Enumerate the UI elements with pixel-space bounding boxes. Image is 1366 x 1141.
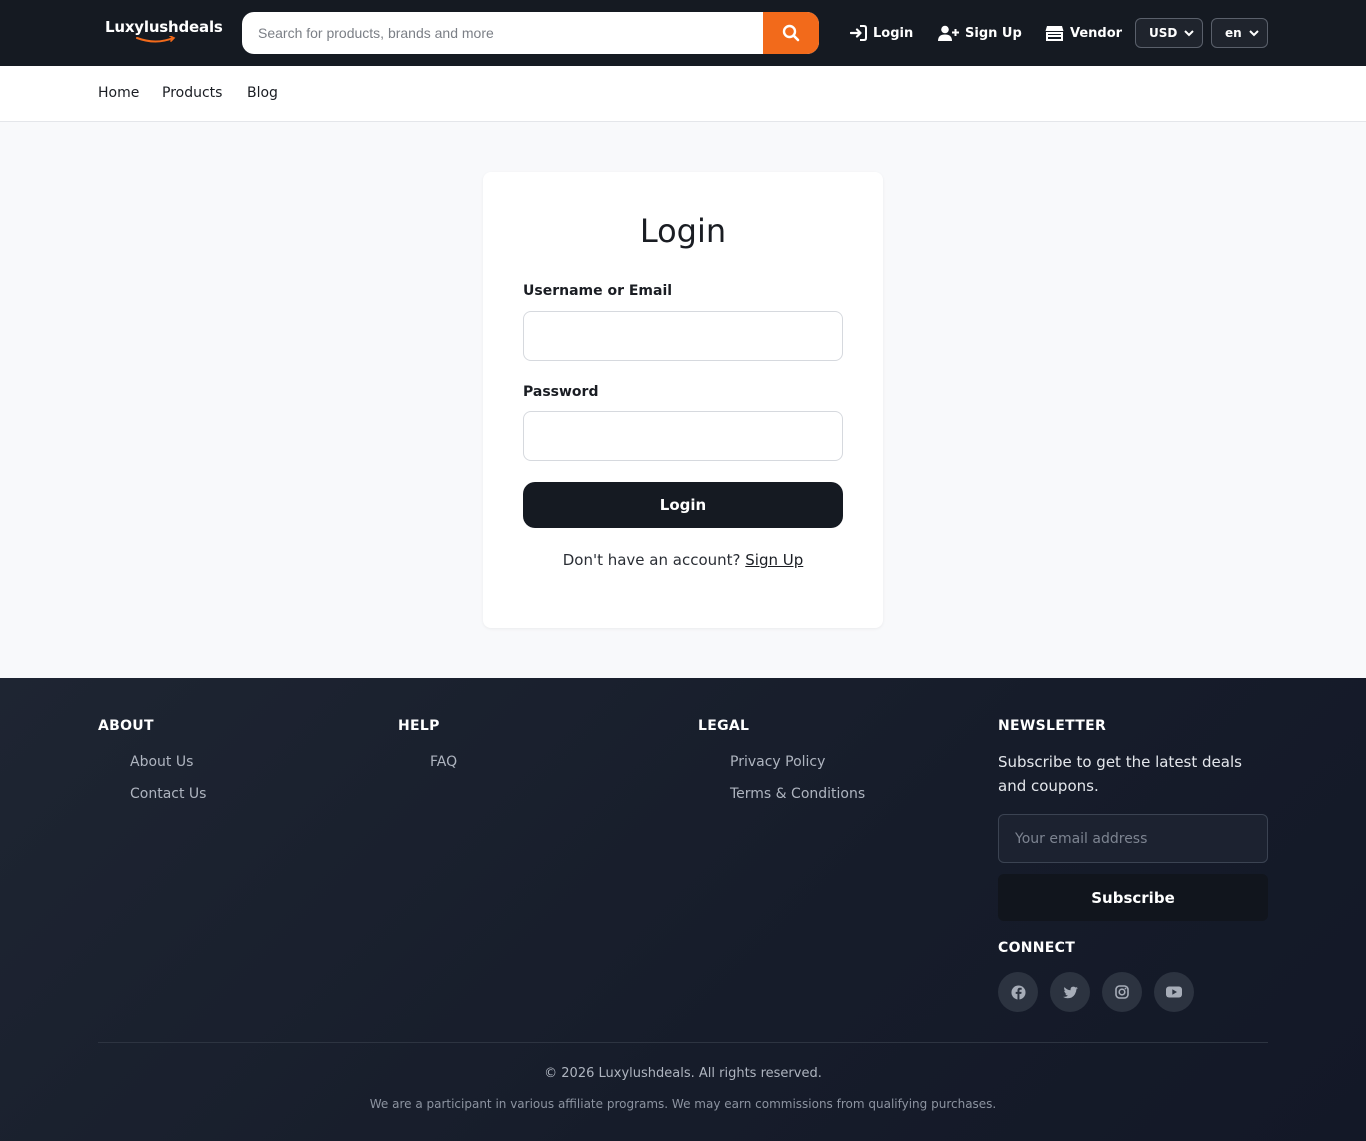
vendor-link[interactable]: Vendor — [1045, 22, 1122, 44]
newsletter-description: Subscribe to get the latest deals and co… — [998, 753, 1242, 795]
footer-legal-heading: LEGAL — [698, 718, 750, 734]
language-select[interactable]: en — [1211, 18, 1268, 48]
store-icon — [1045, 26, 1064, 41]
footer-about-heading: ABOUT — [98, 718, 154, 734]
main-nav: Home Products Blog — [0, 66, 1366, 122]
signup-link-inline[interactable]: Sign Up — [745, 551, 803, 569]
login-card: Login Username or Email Password Login D… — [483, 172, 883, 628]
youtube-link[interactable] — [1154, 972, 1194, 1012]
instagram-icon — [1115, 985, 1129, 999]
twitter-icon — [1062, 986, 1078, 998]
logo-text: Luxylushdeals — [105, 18, 223, 36]
facebook-icon — [1010, 984, 1026, 1000]
footer-connect-heading: CONNECT — [998, 940, 1076, 956]
search-icon — [782, 24, 800, 42]
language-value: en — [1225, 26, 1242, 40]
footer-link-about-us[interactable]: About Us — [130, 754, 193, 770]
footer-help-heading: HELP — [398, 718, 440, 734]
nav-home[interactable]: Home — [98, 85, 139, 101]
signup-link-label: Sign Up — [965, 25, 1022, 41]
chevron-down-icon — [1184, 30, 1194, 37]
youtube-icon — [1166, 986, 1182, 998]
affiliate-notice: We are a participant in various affiliat… — [369, 1097, 997, 1111]
footer-link-faq[interactable]: FAQ — [430, 754, 457, 770]
facebook-link[interactable] — [998, 972, 1038, 1012]
username-input[interactable] — [523, 311, 843, 361]
footer-newsletter-heading: NEWSLETTER — [998, 718, 1107, 734]
nav-products[interactable]: Products — [162, 85, 222, 101]
newsletter-email-input[interactable] — [998, 814, 1268, 863]
user-plus-icon — [938, 25, 959, 41]
site-footer: ABOUT About Us Contact Us HELP FAQ LEGAL… — [0, 678, 1366, 1141]
copyright-text: © 2026 Luxylushdeals. All rights reserve… — [544, 1066, 822, 1081]
vendor-link-label: Vendor — [1070, 25, 1123, 41]
login-link-label: Login — [873, 25, 914, 41]
search-bar — [242, 12, 819, 54]
footer-link-contact-us[interactable]: Contact Us — [130, 786, 206, 802]
footer-divider — [98, 1042, 1268, 1043]
login-submit-button[interactable]: Login — [523, 482, 843, 528]
subscribe-button[interactable]: Subscribe — [998, 874, 1268, 921]
currency-value: USD — [1149, 26, 1178, 40]
signup-prompt: Don't have an account? Sign Up — [483, 551, 883, 569]
top-header: Luxylushdeals Login Sign Up — [0, 0, 1366, 66]
login-title: Login — [639, 212, 727, 250]
login-link[interactable]: Login — [850, 22, 913, 44]
nav-blog[interactable]: Blog — [247, 85, 278, 101]
logo-smile-icon — [136, 36, 176, 43]
footer-link-privacy[interactable]: Privacy Policy — [730, 754, 825, 770]
twitter-link[interactable] — [1050, 972, 1090, 1012]
site-logo[interactable]: Luxylushdeals — [105, 18, 223, 48]
currency-select[interactable]: USD — [1135, 18, 1203, 48]
username-label: Username or Email — [523, 283, 673, 299]
password-input[interactable] — [523, 411, 843, 461]
login-icon — [850, 25, 867, 41]
no-account-text: Don't have an account? — [562, 551, 741, 569]
instagram-link[interactable] — [1102, 972, 1142, 1012]
footer-link-terms[interactable]: Terms & Conditions — [730, 786, 865, 802]
password-label: Password — [523, 384, 599, 400]
signup-link[interactable]: Sign Up — [938, 22, 1022, 44]
chevron-down-icon — [1249, 30, 1259, 37]
search-button[interactable] — [763, 12, 819, 54]
search-input[interactable] — [242, 12, 763, 54]
